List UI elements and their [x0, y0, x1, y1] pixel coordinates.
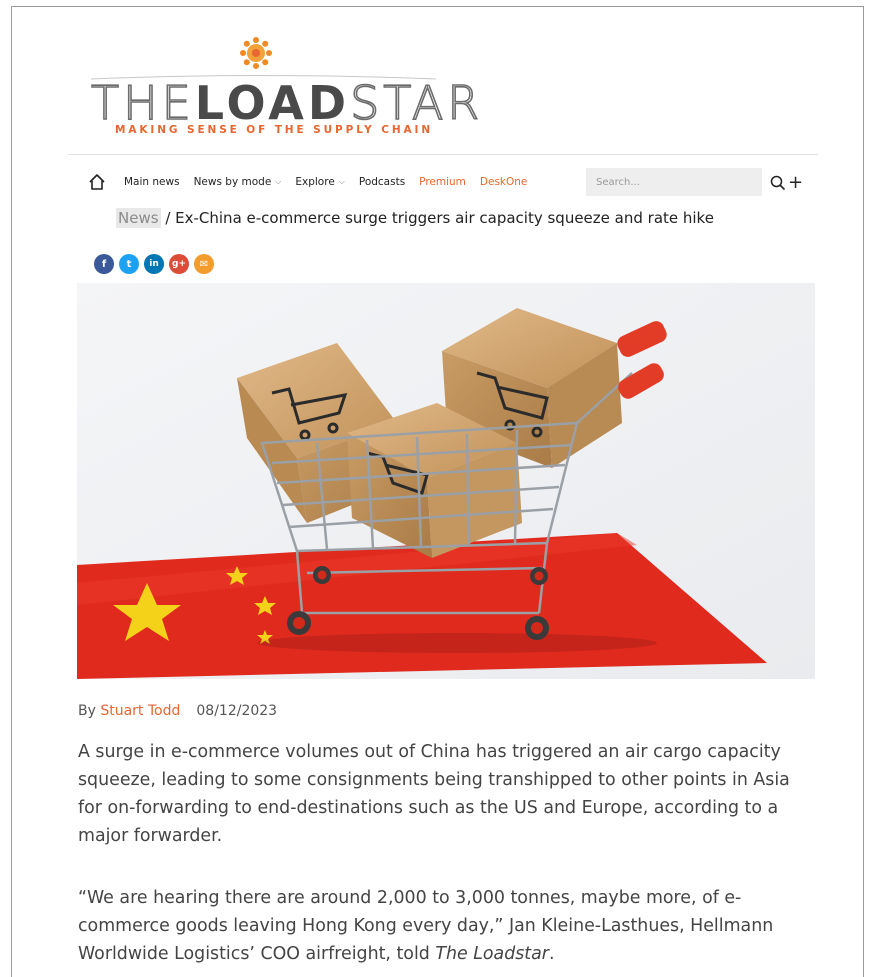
byline: By Stuart Todd 08/12/2023 — [78, 703, 277, 719]
logo-the: THE — [90, 76, 195, 130]
chevron-down-icon: ⌵ — [275, 177, 282, 186]
breadcrumb: News / Ex-China e-commerce surge trigger… — [116, 208, 714, 228]
header-divider — [68, 154, 818, 155]
logo-wordmark: THELOADSTAR — [90, 76, 484, 130]
hero-image — [77, 283, 815, 679]
nav-explore-label: Explore — [295, 176, 335, 188]
byline-prefix: By — [78, 703, 101, 719]
facebook-icon[interactable]: f — [94, 254, 114, 274]
article-paragraph-1: A surge in e-commerce volumes out of Chi… — [78, 742, 790, 846]
nav-news-by-mode[interactable]: News by mode ⌵ — [194, 176, 282, 188]
share-bar: f t in g+ ✉ — [94, 254, 214, 274]
search-input[interactable] — [586, 168, 762, 196]
logo-star: STAR — [349, 76, 484, 130]
article-paragraph-2: “We are hearing there are around 2,000 t… — [78, 884, 818, 968]
author-link[interactable]: Stuart Todd — [100, 703, 180, 719]
chevron-down-icon: ⌵ — [338, 177, 345, 186]
nav-deskone[interactable]: DeskOne — [480, 176, 527, 188]
breadcrumb-separator: / — [160, 209, 176, 227]
twitter-icon[interactable]: t — [119, 254, 139, 274]
publish-date: 08/12/2023 — [196, 703, 278, 719]
sun-logo-icon — [240, 37, 272, 69]
breadcrumb-section-link[interactable]: News — [116, 208, 161, 228]
nav-deskone-label: DeskOne — [479, 176, 528, 188]
email-icon[interactable]: ✉ — [194, 254, 214, 274]
logo-load: LOAD — [194, 76, 351, 130]
logo-tagline: MAKING SENSE OF THE SUPPLY CHAIN — [115, 124, 434, 136]
nav-podcasts[interactable]: Podcasts — [359, 176, 405, 188]
plus-icon: + — [788, 172, 804, 193]
para2-end: . — [548, 944, 555, 964]
nav-explore[interactable]: Explore ⌵ — [295, 176, 344, 188]
nav-main-news-label: Main news — [124, 176, 180, 188]
para2-text: “We are hearing there are around 2,000 t… — [78, 888, 774, 964]
nav-premium-label: Premium — [419, 176, 466, 188]
article-title: Ex-China e-commerce surge triggers air c… — [175, 209, 714, 227]
home-icon[interactable] — [88, 173, 106, 191]
main-nav: Main news News by mode ⌵ Explore ⌵ Podcast… — [88, 168, 828, 196]
google-plus-icon[interactable]: g+ — [169, 254, 189, 274]
search-icon — [770, 175, 786, 191]
publication-name: The Loadstar — [435, 944, 549, 964]
nav-main-news[interactable]: Main news — [124, 176, 180, 188]
nav-news-by-mode-label: News by mode — [193, 176, 272, 188]
nav-podcasts-label: Podcasts — [358, 176, 406, 188]
search-button[interactable]: + — [770, 172, 804, 194]
nav-premium[interactable]: Premium — [419, 176, 466, 188]
linkedin-icon[interactable]: in — [144, 254, 164, 274]
site-logo[interactable]: THELOADSTAR MAKING SENSE OF THE SUPPLY C… — [90, 36, 480, 146]
